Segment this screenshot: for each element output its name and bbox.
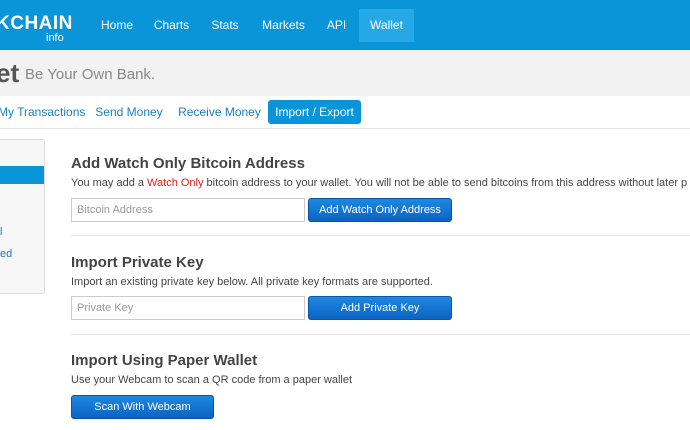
nav-wallet[interactable]: Wallet	[359, 9, 414, 42]
tab-send-money[interactable]: Send Money	[95, 100, 163, 124]
section-divider	[71, 334, 690, 335]
bitcoin-address-input[interactable]	[71, 198, 305, 222]
tab-my-transactions[interactable]: My Transactions	[0, 100, 85, 124]
top-navbar: KCHAIN info Home Charts Stats Markets AP…	[0, 0, 690, 50]
side-menu-active-item[interactable]	[0, 166, 44, 184]
nav-markets[interactable]: Markets	[255, 9, 312, 42]
page-tagline: Be Your Own Bank.	[25, 66, 156, 83]
nav-api[interactable]: API	[318, 9, 355, 42]
watch-only-description: You may add a Watch Only bitcoin address…	[71, 177, 687, 189]
nav-home[interactable]: Home	[92, 9, 142, 42]
side-menu	[0, 139, 45, 294]
paper-wallet-title: Import Using Paper Wallet	[71, 352, 258, 369]
tab-receive-money[interactable]: Receive Money	[178, 100, 261, 124]
paper-wallet-description: Use your Webcam to scan a QR code from a…	[71, 374, 353, 386]
private-key-title: Import Private Key	[71, 254, 204, 271]
side-menu-link[interactable]: l	[0, 226, 2, 238]
nav-stats[interactable]: Stats	[203, 9, 247, 42]
watch-only-desc-text-end: bitcoin address to your wallet. You will…	[203, 177, 688, 189]
page-title: et	[0, 58, 20, 88]
logo-subtext: info	[46, 32, 64, 44]
private-key-description: Import an existing private key below. Al…	[71, 276, 433, 288]
watch-only-title: Add Watch Only Bitcoin Address	[71, 155, 305, 172]
add-private-key-button[interactable]: Add Private Key	[308, 296, 452, 320]
scan-webcam-button[interactable]: Scan With Webcam	[71, 395, 214, 419]
watch-only-highlight: Watch Only	[147, 177, 204, 189]
section-divider	[71, 235, 690, 236]
nav-charts[interactable]: Charts	[145, 9, 198, 42]
watch-only-desc-text: You may add a	[71, 177, 148, 189]
add-watch-only-button[interactable]: Add Watch Only Address	[308, 198, 452, 222]
side-menu-link[interactable]: ed	[0, 248, 12, 260]
private-key-input[interactable]	[71, 296, 305, 320]
tab-import-export[interactable]: Import / Export	[268, 100, 361, 124]
